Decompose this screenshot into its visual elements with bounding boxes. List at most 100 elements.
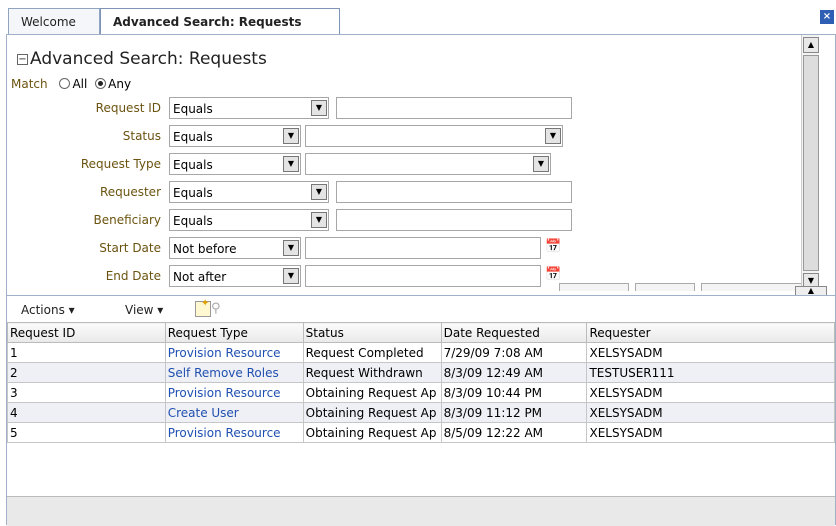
vertical-scrollbar[interactable]: ▲ ▼ <box>801 35 819 291</box>
cell-requester: TESTUSER111 <box>586 362 835 383</box>
start-date-operator-value: Not before <box>173 242 237 256</box>
column-header-request-type[interactable]: Request Type <box>164 322 304 343</box>
beneficiary-operator-select[interactable]: Equals ▼ <box>169 209 329 231</box>
cell-requester: XELSYSADM <box>586 402 835 423</box>
actions-menu[interactable]: Actions ▾ <box>21 303 75 317</box>
calendar-icon[interactable]: 📅 <box>545 267 561 283</box>
table-row[interactable]: 2 Self Remove Roles Request Withdrawn 8/… <box>7 362 835 383</box>
beneficiary-operator-value: Equals <box>173 214 213 228</box>
chevron-down-icon[interactable]: ▼ <box>283 156 299 172</box>
chevron-down-icon[interactable]: ▼ <box>283 240 299 256</box>
beneficiary-input[interactable] <box>336 209 572 231</box>
column-header-date-requested[interactable]: Date Requested <box>440 322 588 343</box>
content-area: − Advanced Search: Requests Match All Any… <box>6 34 836 526</box>
match-any-radio[interactable] <box>95 78 107 89</box>
cell-date-requested: 8/3/09 11:12 PM <box>440 402 588 423</box>
requester-operator-value: Equals <box>173 186 213 200</box>
cell-request-id: 4 <box>7 402 166 423</box>
chevron-down-icon[interactable]: ▼ <box>311 100 327 116</box>
end-date-input[interactable] <box>305 265 541 287</box>
tab-welcome[interactable]: Welcome <box>8 8 100 34</box>
match-label: Match <box>11 77 48 91</box>
reset-button[interactable] <box>635 283 695 291</box>
cell-request-type-link[interactable]: Create User <box>164 402 304 423</box>
cell-request-type-link[interactable]: Provision Resource <box>164 382 304 403</box>
end-date-operator-value: Not after <box>173 270 227 284</box>
table-row[interactable]: 5 Provision Resource Obtaining Request A… <box>7 422 835 443</box>
cell-status: Request Completed <box>302 342 442 363</box>
chevron-down-icon[interactable]: ▼ <box>545 128 561 144</box>
add-icon[interactable] <box>195 298 211 317</box>
chevron-down-icon[interactable]: ▼ <box>533 156 549 172</box>
scroll-up-icon[interactable]: ▲ <box>803 37 819 53</box>
collapse-icon[interactable]: − <box>17 54 28 65</box>
cell-request-type-link[interactable]: Self Remove Roles <box>164 362 304 383</box>
cell-request-type-link[interactable]: Provision Resource <box>164 342 304 363</box>
beneficiary-label: Beneficiary <box>93 213 161 227</box>
field-row-beneficiary: Beneficiary Equals ▼ <box>7 209 627 231</box>
request-id-operator-value: Equals <box>173 102 213 116</box>
start-date-operator-select[interactable]: Not before ▼ <box>169 237 301 259</box>
panel-title-text: Advanced Search: Requests <box>30 49 267 69</box>
actions-label: Actions <box>21 303 65 317</box>
cell-requester: XELSYSADM <box>586 422 835 443</box>
results-panel: Actions ▾ View ▾ ⚲ Request ID Request Ty… <box>7 295 835 526</box>
cell-status: Request Withdrawn <box>302 362 442 383</box>
cell-date-requested: 7/29/09 7:08 AM <box>440 342 588 363</box>
end-date-label: End Date <box>105 269 161 283</box>
cell-request-id: 1 <box>7 342 166 363</box>
search-buttons-row <box>559 283 809 291</box>
request-type-operator-select[interactable]: Equals ▼ <box>169 153 301 175</box>
cell-date-requested: 8/5/09 12:22 AM <box>440 422 588 443</box>
request-id-label: Request ID <box>95 101 161 115</box>
column-header-status[interactable]: Status <box>302 322 442 343</box>
column-header-requester[interactable]: Requester <box>586 322 835 343</box>
search-button[interactable] <box>559 283 629 291</box>
scroll-thumb[interactable] <box>803 55 819 271</box>
chevron-down-icon[interactable]: ▼ <box>311 184 327 200</box>
results-table: Request ID Request Type Status Date Requ… <box>7 322 835 443</box>
table-row[interactable]: 4 Create User Obtaining Request Ap 8/3/0… <box>7 402 835 423</box>
add-fields-button[interactable] <box>701 283 807 291</box>
table-row[interactable]: 3 Provision Resource Obtaining Request A… <box>7 382 835 403</box>
start-date-label: Start Date <box>99 241 161 255</box>
match-row: Match All Any <box>11 77 131 91</box>
cell-request-id: 5 <box>7 422 166 443</box>
close-icon[interactable]: × <box>820 10 834 24</box>
chevron-down-icon[interactable]: ▼ <box>283 268 299 284</box>
request-type-value-select[interactable]: ▼ <box>305 153 551 175</box>
chevron-down-icon[interactable]: ▼ <box>311 212 327 228</box>
status-operator-value: Equals <box>173 130 213 144</box>
end-date-operator-select[interactable]: Not after ▼ <box>169 265 301 287</box>
requester-operator-select[interactable]: Equals ▼ <box>169 181 329 203</box>
chevron-down-icon[interactable]: ▼ <box>283 128 299 144</box>
table-row[interactable]: 1 Provision Resource Request Completed 7… <box>7 342 835 363</box>
field-row-request-id: Request ID Equals ▼ <box>7 97 627 119</box>
request-type-operator-value: Equals <box>173 158 213 172</box>
status-label: Status <box>122 129 161 143</box>
field-row-request-type: Request Type Equals ▼ ▼ <box>7 153 627 175</box>
request-id-operator-select[interactable]: Equals ▼ <box>169 97 329 119</box>
status-operator-select[interactable]: Equals ▼ <box>169 125 301 147</box>
panel-title[interactable]: − Advanced Search: Requests <box>17 49 267 69</box>
results-toolbar: Actions ▾ View ▾ ⚲ <box>7 296 835 322</box>
match-all-radio[interactable] <box>59 78 71 89</box>
view-menu[interactable]: View ▾ <box>125 303 163 317</box>
column-header-request-id[interactable]: Request ID <box>7 322 166 343</box>
status-value-select[interactable]: ▼ <box>305 125 563 147</box>
cell-request-type-link[interactable]: Provision Resource <box>164 422 304 443</box>
calendar-icon[interactable]: 📅 <box>545 239 561 255</box>
request-id-input[interactable] <box>336 97 572 119</box>
tab-advanced-search-requests[interactable]: Advanced Search: Requests <box>100 8 340 34</box>
field-row-status: Status Equals ▼ ▼ <box>7 125 627 147</box>
field-row-requester: Requester Equals ▼ <box>7 181 627 203</box>
requester-label: Requester <box>99 185 161 199</box>
cell-status: Obtaining Request Ap <box>302 382 442 403</box>
request-type-label: Request Type <box>80 157 161 171</box>
cell-status: Obtaining Request Ap <box>302 402 442 423</box>
start-date-input[interactable] <box>305 237 541 259</box>
requester-input[interactable] <box>336 181 572 203</box>
find-icon[interactable]: ⚲ <box>211 301 227 317</box>
match-any-label: Any <box>108 77 132 91</box>
field-row-start-date: Start Date Not before ▼ 📅 <box>7 237 627 259</box>
